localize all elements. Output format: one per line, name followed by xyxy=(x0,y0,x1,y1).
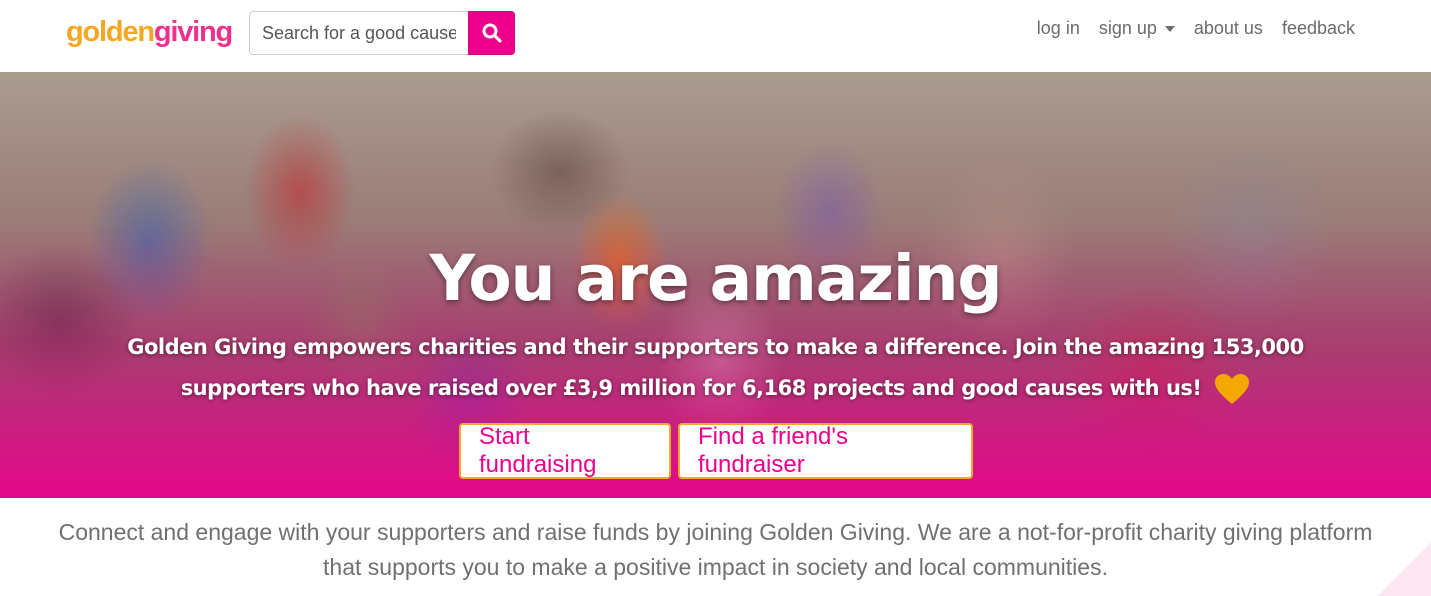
login-link[interactable]: log in xyxy=(1037,18,1080,39)
feedback-link[interactable]: feedback xyxy=(1282,18,1355,39)
hero-subtitle-text: Golden Giving empowers charities and the… xyxy=(127,335,1304,400)
golden-giving-logo[interactable]: golden giving xyxy=(66,12,233,52)
search-input[interactable] xyxy=(249,11,468,55)
nav-links: log in sign up about us feedback xyxy=(1037,18,1355,39)
find-friend-fundraiser-button[interactable]: Find a friend's fundraiser xyxy=(678,423,973,479)
start-fundraising-button[interactable]: Start fundraising xyxy=(459,423,671,479)
hero-cta-group: Start fundraising Find a friend's fundra… xyxy=(459,423,973,479)
hero-title: You are amazing xyxy=(429,242,1002,315)
hero-subtitle: Golden Giving empowers charities and the… xyxy=(90,327,1341,409)
intro-paragraph: Connect and engage with your supporters … xyxy=(58,519,1373,580)
logo-golden-text: golden xyxy=(66,15,155,48)
top-navbar: goldengiving log in sign up about us fee… xyxy=(0,0,1431,72)
about-link[interactable]: about us xyxy=(1194,18,1263,39)
signup-label: sign up xyxy=(1098,18,1157,38)
heart-icon xyxy=(1215,374,1250,404)
caret-down-icon xyxy=(1164,25,1175,32)
decorative-corner xyxy=(1371,536,1431,596)
logo-giving-text: giving xyxy=(153,15,233,48)
hero-banner: You are amazing Golden Giving empowers c… xyxy=(0,72,1431,498)
search-button[interactable] xyxy=(468,11,515,55)
search-bar xyxy=(249,11,515,55)
search-icon xyxy=(482,23,502,43)
signup-dropdown[interactable]: sign up xyxy=(1099,18,1175,39)
